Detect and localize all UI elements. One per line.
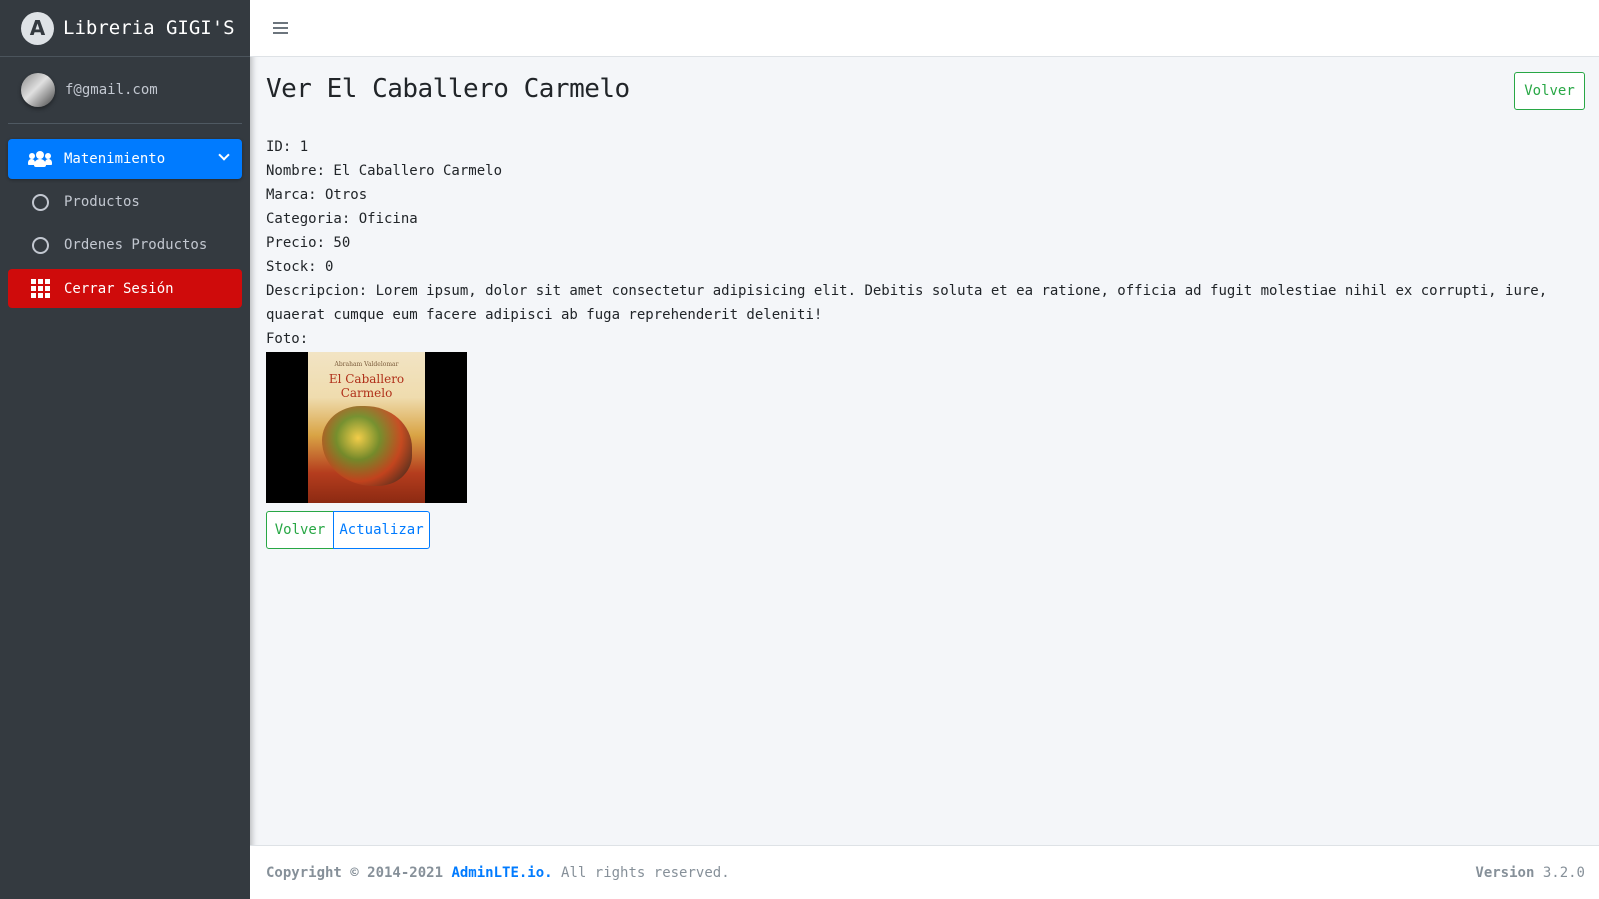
sidebar-item-matenimiento[interactable]: Matenimiento	[8, 139, 242, 179]
action-buttons: Volver Actualizar	[266, 511, 1585, 549]
actualizar-button[interactable]: Actualizar	[333, 511, 430, 549]
user-email[interactable]: f@gmail.com	[65, 82, 158, 98]
users-icon	[28, 151, 52, 167]
field-marca: Marca: Otros	[266, 187, 368, 203]
version-label: Version	[1475, 864, 1535, 881]
field-descripcion: Descripcion: Lorem ipsum, dolor sit amet…	[266, 283, 1548, 323]
product-details: ID: 1 Nombre: El Caballero Carmelo Marca…	[266, 135, 1585, 351]
sidebar-item-cerrar-sesion[interactable]: Cerrar Sesión	[8, 269, 242, 308]
field-stock: Stock: 0	[266, 259, 334, 275]
top-navbar	[250, 0, 1599, 57]
back-button[interactable]: Volver	[1514, 72, 1585, 110]
rooster-illustration	[321, 406, 412, 486]
field-categoria: Categoria: Oficina	[266, 211, 418, 227]
volver-button[interactable]: Volver	[266, 511, 334, 549]
brand-name: Libreria GIGI'S	[63, 17, 235, 39]
field-id: ID: 1	[266, 139, 309, 155]
book-cover: Abraham Valdelomar El Caballero Carmelo	[308, 352, 425, 503]
cover-author: Abraham Valdelomar	[334, 361, 399, 368]
circle-icon	[28, 193, 52, 211]
page-title: Ver El Caballero Carmelo	[266, 74, 630, 104]
footer: Copyright © 2014-2021 AdminLTE.io. All r…	[250, 845, 1599, 899]
sidebar-nav: Matenimiento Productos Ordenes Productos…	[0, 124, 250, 308]
sidebar-item-label: Matenimiento	[64, 151, 166, 167]
sidebar-item-label: Ordenes Productos	[64, 237, 208, 253]
rights-text: All rights reserved.	[561, 864, 730, 881]
circle-icon	[28, 236, 52, 254]
copyright-text: Copyright © 2014-2021	[266, 864, 444, 881]
footer-version: Version 3.2.0	[1475, 865, 1585, 881]
version-number: 3.2.0	[1542, 864, 1585, 881]
brand-logo-icon: A	[21, 11, 54, 45]
product-photo: Abraham Valdelomar El Caballero Carmelo	[266, 352, 467, 503]
sidebar-item-productos[interactable]: Productos	[8, 182, 242, 222]
user-panel: f@gmail.com	[8, 57, 242, 124]
grid-icon	[28, 279, 52, 298]
sidebar-item-label: Productos	[64, 194, 140, 210]
cover-title: El Caballero Carmelo	[328, 372, 405, 400]
sidebar: A Libreria GIGI'S f@gmail.com Matenimien…	[0, 0, 250, 899]
avatar	[21, 73, 55, 107]
sidebar-item-label: Cerrar Sesión	[64, 280, 174, 297]
chevron-down-icon	[218, 149, 230, 161]
field-foto: Foto:	[266, 331, 309, 347]
field-precio: Precio: 50	[266, 235, 351, 251]
main-content: Ver El Caballero Carmelo Volver ID: 1 No…	[266, 57, 1585, 549]
menu-toggle-icon[interactable]	[273, 22, 288, 34]
brand-link[interactable]: A Libreria GIGI'S	[0, 0, 250, 57]
field-nombre: Nombre: El Caballero Carmelo	[266, 163, 503, 179]
adminlte-link[interactable]: AdminLTE.io.	[451, 865, 552, 881]
sidebar-item-ordenes-productos[interactable]: Ordenes Productos	[8, 225, 242, 265]
footer-copyright: Copyright © 2014-2021 AdminLTE.io. All r…	[266, 865, 730, 881]
